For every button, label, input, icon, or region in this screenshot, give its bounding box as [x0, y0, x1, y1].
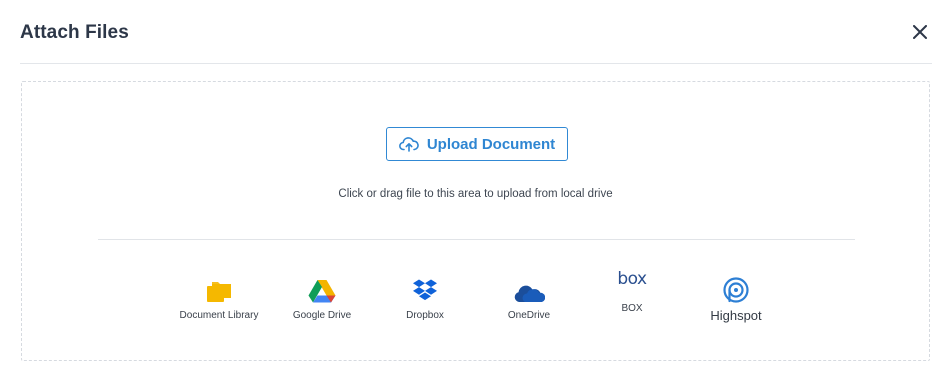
box-icon: box [617, 269, 647, 289]
upload-document-button[interactable]: Upload Document [386, 127, 568, 161]
upload-document-label: Upload Document [426, 135, 556, 153]
source-google-drive[interactable]: Google Drive [272, 277, 372, 321]
folder-icon [207, 282, 231, 302]
source-label: Google Drive [292, 310, 352, 321]
dropbox-icon [413, 279, 437, 301]
close-icon [913, 25, 927, 39]
modal-title: Attach Files [20, 22, 129, 43]
cloud-sources: Document Library Google Drive Dropbox On… [22, 269, 929, 337]
source-dropbox[interactable]: Dropbox [375, 277, 475, 321]
source-document-library[interactable]: Document Library [169, 277, 269, 321]
google-drive-icon [308, 280, 336, 303]
source-label: OneDrive [507, 310, 551, 321]
upload-dropzone[interactable]: Upload Document Click or drag file to th… [21, 81, 930, 361]
highspot-icon [723, 277, 749, 303]
source-label: Dropbox [406, 310, 444, 321]
cloud-upload-icon [398, 137, 419, 152]
upload-hint: Click or drag file to this area to uploa… [338, 188, 613, 200]
source-label: Document Library [179, 310, 259, 321]
divider [98, 239, 855, 240]
source-highspot[interactable]: Highspot [686, 277, 786, 323]
modal-header: Attach Files [20, 0, 932, 64]
close-button[interactable] [910, 22, 930, 42]
onedrive-icon [514, 285, 545, 302]
source-label: BOX [621, 303, 643, 314]
source-box[interactable]: box BOX [582, 269, 682, 314]
source-onedrive[interactable]: OneDrive [479, 277, 579, 321]
source-label: Highspot [710, 308, 762, 323]
